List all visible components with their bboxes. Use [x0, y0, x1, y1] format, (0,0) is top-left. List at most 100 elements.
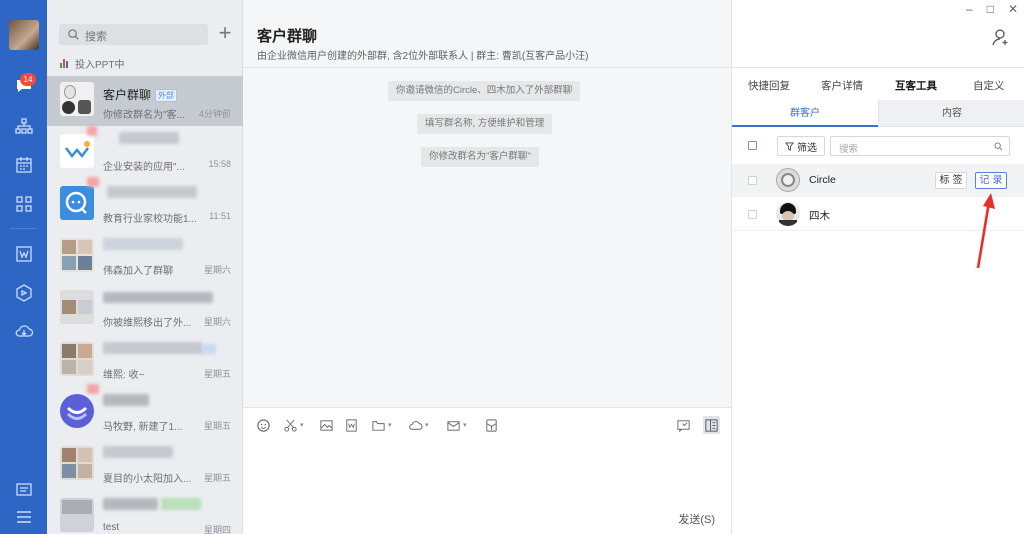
- image-button[interactable]: [319, 416, 334, 434]
- chat-area: 客户群聊 由企业微信用户创建的外部群, 含2位外部联系人 | 群主: 曹凯(互客…: [243, 0, 731, 534]
- close-icon[interactable]: ✕: [1008, 2, 1018, 16]
- member-search-input[interactable]: 搜索: [830, 136, 1010, 156]
- mail-button[interactable]: ▾: [446, 416, 467, 434]
- sidebar-toggle-button[interactable]: [703, 416, 720, 434]
- tag-button[interactable]: 标签: [935, 172, 967, 189]
- conversation-item[interactable]: 企业安装的应用"... 15:58: [47, 126, 243, 178]
- tool-panel: – □ ✕ 快捷回复 客户详情 互客工具 自定义 群客户 内容 筛选 搜索 Ci…: [731, 0, 1024, 534]
- member-avatar: [776, 168, 800, 192]
- tab-quick-reply[interactable]: 快捷回复: [748, 78, 790, 93]
- select-all-checkbox[interactable]: [748, 141, 757, 150]
- conversation-item[interactable]: 教育行业家校功能1... 11:51: [47, 177, 243, 230]
- chat-subtitle: 由企业微信用户创建的外部群, 含2位外部联系人 | 群主: 曹凯(互客产品小汪): [257, 51, 589, 62]
- conversation-time: 星期五: [203, 369, 231, 379]
- side-panel-icon: [705, 418, 718, 432]
- conversation-time: 星期六: [203, 317, 231, 327]
- conversation-item[interactable]: 马牧野, 新建了1... 星期五: [47, 384, 243, 438]
- blurred-badge: [87, 384, 99, 394]
- feedback-icon[interactable]: [12, 478, 35, 501]
- user-avatar[interactable]: [9, 20, 39, 50]
- group-avatar: [60, 498, 94, 532]
- conversation-title: 客户群聊: [103, 88, 152, 102]
- system-message: 填写群名称, 方便维护和管理: [417, 114, 553, 134]
- send-button[interactable]: 发送(S): [678, 511, 715, 527]
- conversation-time: 11:51: [209, 211, 231, 221]
- screenshot-button[interactable]: ▾: [283, 416, 304, 434]
- annotation-arrow-icon: [976, 193, 995, 269]
- conversation-item[interactable]: 夏目的小太阳加入... 星期五: [47, 440, 243, 490]
- group-avatar: [60, 82, 94, 116]
- conversation-preview: test: [103, 522, 120, 533]
- system-message: 你修改群名为"客户群聊": [421, 147, 539, 167]
- tab-huke-tools[interactable]: 互客工具: [895, 78, 937, 93]
- calendar-icon[interactable]: [12, 153, 35, 176]
- group-avatar: [60, 342, 94, 376]
- conversation-preview: 你被维熙移出了外...: [103, 318, 192, 329]
- document-icon[interactable]: [12, 242, 35, 265]
- apps-grid-icon[interactable]: [12, 192, 35, 215]
- conversation-item[interactable]: test 星期四: [47, 492, 243, 534]
- chat-title: 客户群聊: [257, 28, 318, 45]
- doc-button[interactable]: [344, 416, 359, 434]
- blurred-tag: [161, 498, 201, 510]
- maximize-icon[interactable]: □: [987, 2, 994, 16]
- image-icon: [320, 419, 333, 431]
- blurred-title: [103, 342, 203, 354]
- contacts-icon[interactable]: [12, 114, 35, 137]
- blurred-title: [103, 292, 213, 303]
- file-button[interactable]: ▾: [371, 416, 392, 434]
- add-button[interactable]: +: [215, 22, 235, 44]
- conversation-time: 星期六: [203, 265, 231, 275]
- add-member-icon[interactable]: [992, 28, 1010, 46]
- cloud-button[interactable]: ▾: [408, 416, 429, 434]
- search-icon: [994, 142, 1003, 151]
- panel-tabs: 快捷回复 客户详情 互客工具 自定义: [732, 67, 1024, 100]
- minimize-icon[interactable]: –: [966, 2, 973, 16]
- blurred-title: [103, 238, 183, 250]
- search-placeholder: 搜索: [85, 31, 107, 43]
- app-avatar: [60, 134, 94, 168]
- blurred-badge: [87, 177, 99, 187]
- emoji-button[interactable]: [256, 416, 271, 434]
- conversation-item[interactable]: 维熙: 收~ 星期五: [47, 336, 243, 386]
- member-checkbox[interactable]: [748, 176, 757, 185]
- conversation-item[interactable]: 伟森加入了群聊 星期六: [47, 232, 243, 282]
- app-avatar: [60, 186, 94, 220]
- member-name: 四木: [809, 210, 830, 222]
- chevron-down-icon: ▾: [425, 422, 429, 429]
- conversation-preview: 马牧野, 新建了1...: [103, 422, 183, 433]
- blurred-tag: [202, 344, 216, 354]
- blurred-title: [103, 498, 158, 510]
- tab-custom[interactable]: 自定义: [973, 78, 1005, 93]
- subtab-content[interactable]: 内容: [878, 100, 1024, 127]
- conversation-item[interactable]: 你被维熙移出了外... 星期六: [47, 284, 243, 334]
- conversation-preview: 伟森加入了群聊: [103, 266, 173, 277]
- conversation-preview: 你修改群名为"客...: [103, 110, 185, 121]
- conversation-preview: 教育行业家校功能1...: [103, 214, 197, 225]
- subtab-group-customers[interactable]: 群客户: [732, 100, 878, 127]
- history-button[interactable]: [676, 416, 691, 434]
- funnel-icon: [785, 141, 794, 151]
- filter-button[interactable]: 筛选: [777, 136, 825, 156]
- emoji-icon: [257, 418, 270, 432]
- conversation-item[interactable]: 客户群聊 外部 你修改群名为"客... 4分钟前: [47, 76, 243, 126]
- message-composer[interactable]: ▾ ▾ ▾ ▾ 发送(S): [243, 407, 731, 534]
- search-input[interactable]: 搜索: [59, 24, 208, 45]
- conversation-time: 星期四: [203, 525, 231, 534]
- member-name: Circle: [809, 174, 836, 186]
- record-button[interactable]: 记录: [975, 172, 1007, 189]
- conversation-time: 4分钟前: [198, 109, 231, 119]
- chat-history-icon: [677, 419, 690, 432]
- user-status[interactable]: 投入PPT中: [60, 56, 124, 71]
- member-checkbox[interactable]: [748, 210, 757, 219]
- filter-label: 筛选: [797, 142, 817, 154]
- folder-icon: [372, 420, 385, 431]
- menu-icon[interactable]: [12, 505, 35, 528]
- red-packet-icon: [486, 418, 497, 432]
- cube-app-icon[interactable]: [12, 281, 35, 304]
- unread-badge: 14: [20, 73, 36, 86]
- tab-customer-detail[interactable]: 客户详情: [821, 78, 863, 93]
- cloud-drive-icon[interactable]: [12, 319, 35, 342]
- red-packet-button[interactable]: [484, 416, 499, 434]
- nav-rail: 14: [0, 0, 47, 534]
